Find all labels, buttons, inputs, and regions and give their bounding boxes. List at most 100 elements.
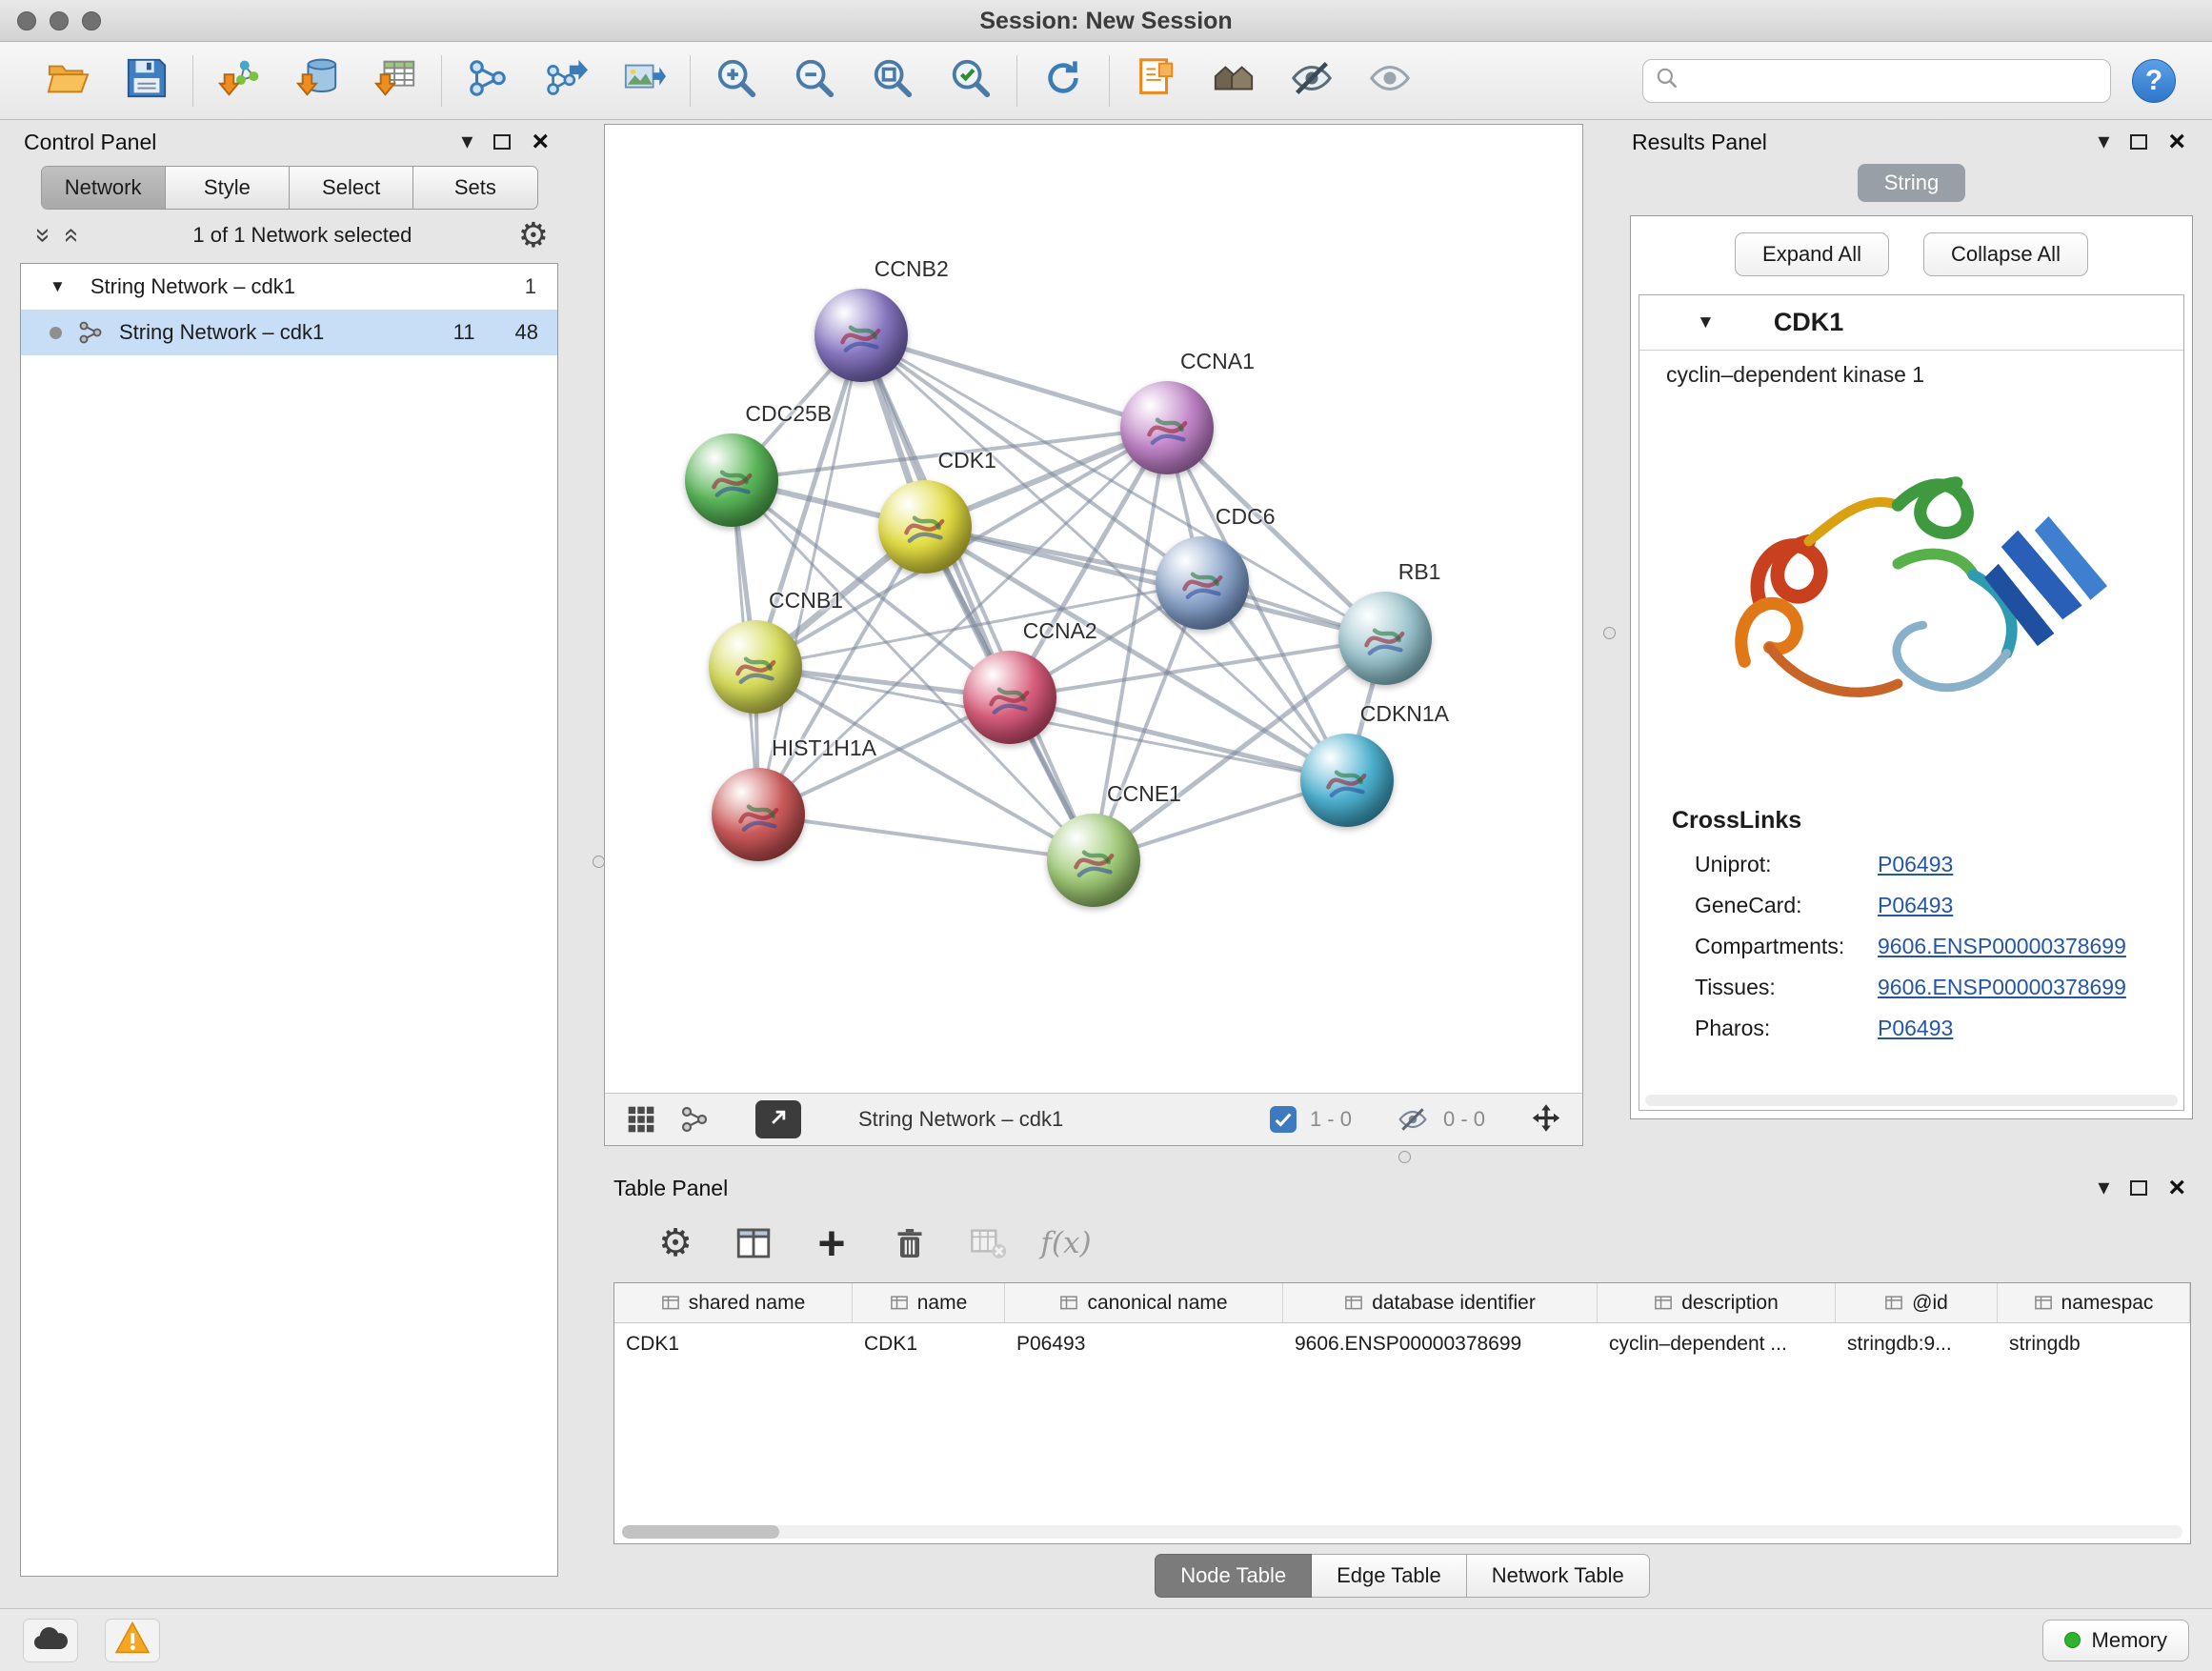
tab-sets[interactable]: Sets [413,167,536,209]
zoom-fit-button[interactable] [866,54,919,108]
crosslink-value-link[interactable]: P06493 [1878,893,1953,918]
column-header-description[interactable]: description [1598,1283,1836,1322]
crosslink-value-link[interactable]: P06493 [1878,852,1953,877]
table-cell[interactable]: stringdb:9... [1836,1333,1998,1356]
function-builder-icon[interactable]: f(x) [1042,1219,1090,1267]
import-network-database-button[interactable] [291,54,344,108]
expand-all-networks-icon[interactable]: « [57,221,88,250]
results-float-icon[interactable] [2130,134,2147,150]
network-node-CCNA2[interactable] [963,651,1056,744]
network-edge-CCNB2-CCNA1[interactable] [861,335,1167,428]
splitter-handle-left[interactable] [593,856,605,868]
network-collection-row[interactable]: ▼ String Network – cdk1 1 [21,264,557,310]
cloud-button[interactable] [23,1619,78,1662]
show-columns-icon[interactable] [730,1219,777,1267]
search-input[interactable] [1687,69,2099,93]
panel-close-icon[interactable]: × [532,128,549,156]
table-cell[interactable]: P06493 [1005,1333,1283,1356]
tab-edge-table[interactable]: Edge Table [1312,1554,1467,1598]
column-header-name[interactable]: name [853,1283,1005,1322]
splitter-handle-right[interactable] [1603,627,1616,639]
table-cell[interactable]: CDK1 [853,1333,1005,1356]
table-cell[interactable]: cyclin–dependent ... [1598,1333,1836,1356]
new-network-button[interactable] [461,54,514,108]
import-network-file-button[interactable] [212,54,266,108]
first-neighbors-button[interactable] [1207,54,1260,108]
table-menu-icon[interactable]: ▾ [2098,1177,2109,1199]
crosslink-value-link[interactable]: 9606.ENSP00000378699 [1878,934,2126,959]
crosslink-value-link[interactable]: 9606.ENSP00000378699 [1878,975,2126,1000]
tree-expand-icon[interactable]: ▼ [50,277,66,296]
show-all-button[interactable] [1363,54,1417,108]
panel-menu-icon[interactable]: ▾ [461,131,473,153]
table-cell[interactable]: stringdb [1998,1333,2190,1356]
table-cell[interactable]: CDK1 [614,1333,853,1356]
gene-section-header[interactable]: ▼ CDK1 [1639,295,2183,351]
expand-all-button[interactable]: Expand All [1735,232,1889,276]
table-close-icon[interactable]: × [2168,1174,2185,1202]
table-cell[interactable]: 9606.ENSP00000378699 [1283,1333,1598,1356]
annotation-button[interactable] [1129,54,1182,108]
table-horizontal-scrollbar[interactable] [622,1525,2182,1539]
birds-eye-grid-icon[interactable] [624,1102,658,1137]
column-header--id[interactable]: @id [1836,1283,1998,1322]
network-node-HIST1H1A[interactable] [712,768,805,861]
zoom-selected-button[interactable] [944,54,997,108]
network-edge-CCNB2-CCNE1[interactable] [861,335,1094,860]
tab-select[interactable]: Select [290,167,413,209]
collapse-all-networks-icon[interactable]: » [29,221,59,250]
panel-float-icon[interactable] [493,134,511,150]
help-button[interactable]: ? [2132,59,2176,103]
detach-view-button[interactable] [755,1100,801,1138]
selected-checkbox-icon[interactable] [1270,1106,1297,1133]
gene-collapse-icon[interactable]: ▼ [1697,312,1715,333]
tab-node-table[interactable]: Node Table [1155,1554,1312,1598]
network-node-CCNA1[interactable] [1120,381,1214,474]
table-data-row[interactable]: CDK1CDK1P064939606.ENSP00000378699cyclin… [614,1323,2190,1365]
tab-network-table[interactable]: Network Table [1467,1554,1650,1598]
tab-style[interactable]: Style [166,167,290,209]
tab-network[interactable]: Network [42,167,166,209]
pan-move-icon[interactable] [1529,1102,1563,1137]
zoom-in-button[interactable] [710,54,763,108]
column-header-namespac[interactable]: namespac [1998,1283,2190,1322]
results-menu-icon[interactable]: ▾ [2098,131,2109,153]
memory-button[interactable]: Memory [2042,1620,2189,1661]
refresh-button[interactable] [1036,54,1090,108]
network-node-CCNB1[interactable] [709,620,802,714]
hide-selected-button[interactable] [1285,54,1338,108]
delete-column-icon[interactable] [886,1219,934,1267]
network-node-CDK1[interactable] [878,480,972,574]
column-header-canonical-name[interactable]: canonical name [1005,1283,1283,1322]
save-session-button[interactable] [120,54,173,108]
collapse-all-button[interactable]: Collapse All [1923,232,2088,276]
import-table-button[interactable] [369,54,422,108]
tab-string[interactable]: String [1858,164,1965,202]
add-column-icon[interactable]: + [808,1219,855,1267]
column-header-shared-name[interactable]: shared name [614,1283,853,1322]
network-node-CCNE1[interactable] [1047,814,1140,907]
table-settings-gear-icon[interactable]: ⚙ [652,1219,699,1267]
network-canvas[interactable]: CCNB2CCNA1CDC25BCDK1CDC6RB1CCNB1CCNA2CDK… [605,125,1582,1093]
hidden-eye-slash-icon[interactable] [1396,1102,1430,1137]
table-float-icon[interactable] [2130,1180,2147,1196]
export-network-button[interactable] [539,54,593,108]
network-row-selected[interactable]: String Network – cdk1 11 48 [21,310,557,355]
column-header-database-identifier[interactable]: database identifier [1283,1283,1598,1322]
results-close-icon[interactable]: × [2168,128,2185,156]
export-image-button[interactable] [617,54,671,108]
warning-button[interactable] [105,1619,160,1662]
results-horizontal-scrollbar[interactable] [1645,1095,2178,1106]
network-node-CDC25B[interactable] [685,433,778,527]
network-node-CCNB2[interactable] [814,289,908,382]
crosslink-value-link[interactable]: P06493 [1878,1016,1953,1041]
network-options-gear-icon[interactable]: ⚙ [518,218,549,252]
open-file-button[interactable] [42,54,95,108]
network-node-CDC6[interactable] [1156,536,1249,630]
network-node-CDKN1A[interactable] [1300,734,1394,827]
splitter-handle-bottom[interactable] [1398,1151,1411,1163]
network-overview-icon[interactable] [677,1102,712,1137]
scrollbar-thumb[interactable] [622,1525,779,1539]
network-edge-HIST1H1A-CCNE1[interactable] [758,815,1094,860]
network-node-RB1[interactable] [1338,592,1432,685]
